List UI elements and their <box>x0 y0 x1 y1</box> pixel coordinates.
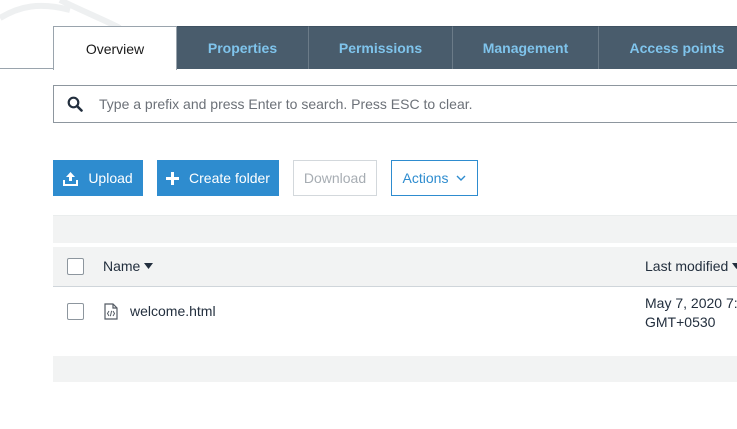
select-all-checkbox[interactable] <box>67 258 84 275</box>
create-folder-button[interactable]: Create folder <box>157 160 279 196</box>
upload-button[interactable]: Upload <box>53 160 143 196</box>
tab-overview[interactable]: Overview <box>53 26 177 70</box>
table-bottom-band <box>53 356 737 382</box>
plus-icon <box>166 171 180 185</box>
column-last-modified-header[interactable]: Last modified <box>645 258 737 274</box>
download-label: Download <box>303 170 367 186</box>
caret-down-icon <box>144 263 154 269</box>
last-modified-line-1: May 7, 2020 7: <box>645 295 737 311</box>
create-folder-label: Create folder <box>189 170 270 186</box>
tab-permissions[interactable]: Permissions <box>309 26 453 69</box>
html-file-icon <box>104 303 118 320</box>
column-last-modified-label: Last modified <box>645 258 729 274</box>
table-top-band <box>53 215 737 243</box>
search-icon <box>67 96 83 112</box>
last-modified-value: May 7, 2020 7: GMT+0530 <box>645 294 737 332</box>
upload-icon <box>63 171 79 186</box>
chevron-down-icon <box>456 175 466 181</box>
file-name-link[interactable]: welcome.html <box>130 303 216 319</box>
download-button[interactable]: Download <box>293 160 377 196</box>
tab-access-points[interactable]: Access points <box>599 26 737 69</box>
column-name-header[interactable]: Name <box>103 258 154 274</box>
last-modified-line-2: GMT+0530 <box>645 314 716 330</box>
caret-down-icon <box>732 263 737 269</box>
tab-management[interactable]: Management <box>453 26 599 69</box>
tab-properties[interactable]: Properties <box>177 26 309 69</box>
table-row[interactable]: welcome.html May 7, 2020 7: GMT+0530 <box>53 288 737 336</box>
search-bar <box>53 85 737 123</box>
actions-label: Actions <box>402 170 449 186</box>
column-name-label: Name <box>103 258 141 274</box>
table-header: Name Last modified <box>53 247 737 287</box>
search-input[interactable] <box>99 89 699 119</box>
tab-bar-baseline <box>0 68 53 69</box>
upload-label: Upload <box>88 170 133 186</box>
actions-dropdown[interactable]: Actions <box>391 160 478 196</box>
tab-bar: Overview Properties Permissions Manageme… <box>53 26 737 70</box>
row-checkbox[interactable] <box>67 303 84 320</box>
